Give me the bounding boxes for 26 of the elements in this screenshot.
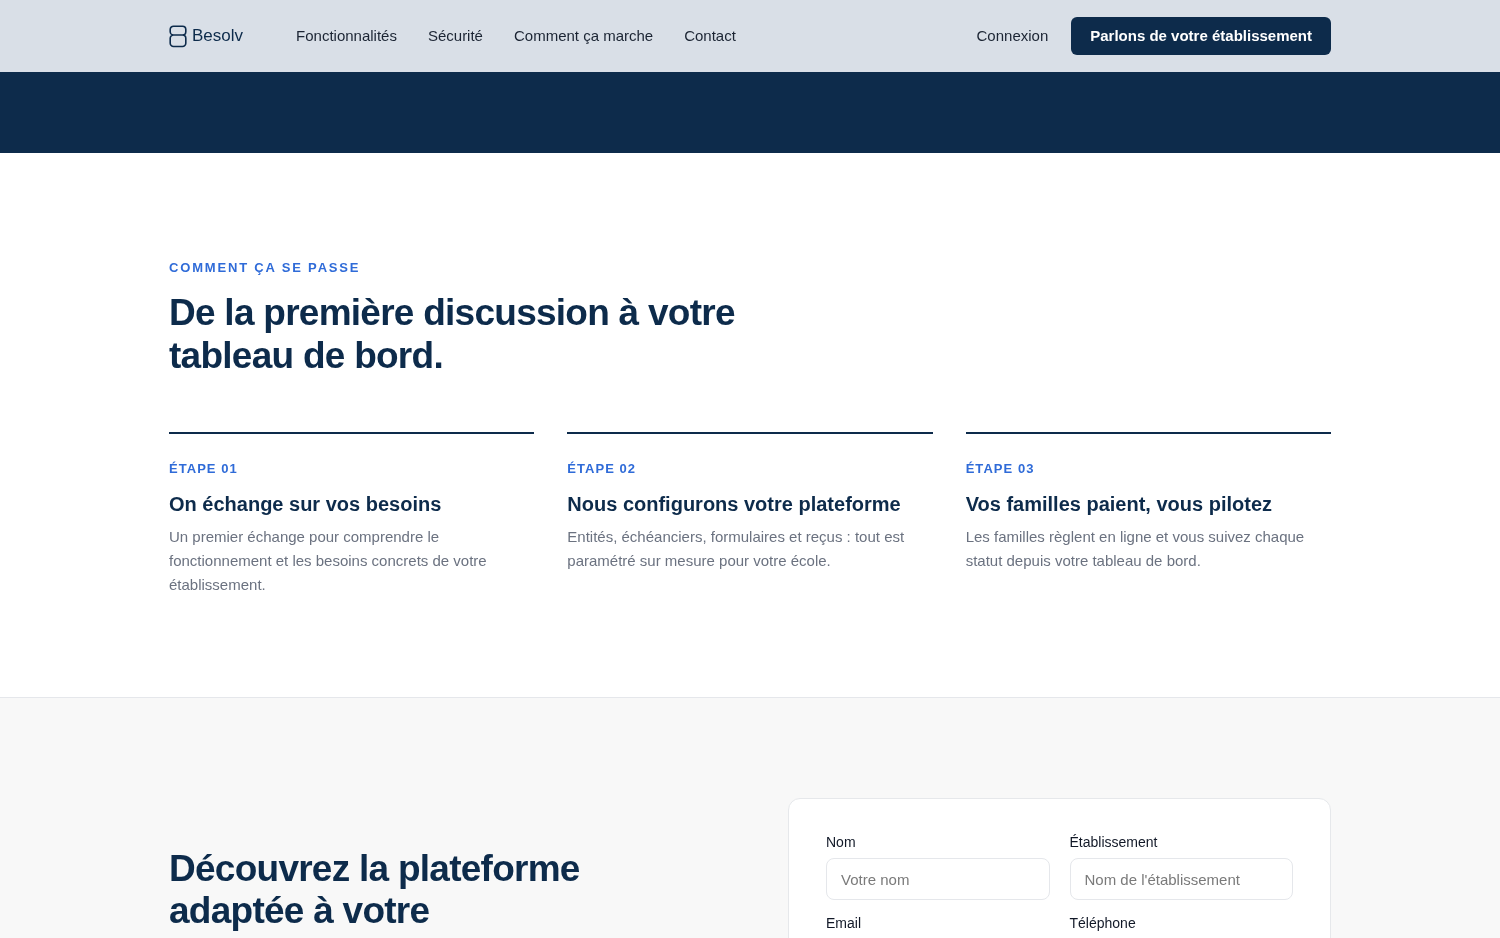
- step-label: ÉTAPE 01: [169, 460, 238, 478]
- step-description: Les familles règlent en ligne et vous suivez chaque statut depuis votre tableau de bord.: [965, 527, 1306, 571]
- section-eyebrow: COMMENT ÇA SE PASSE: [169, 259, 361, 277]
- step-title: Vos familles paient, vous pilotez: [965, 492, 1273, 517]
- step-title: On échange sur vos besoins: [169, 492, 442, 517]
- field-label: Téléphone: [1069, 914, 1136, 932]
- logo-link[interactable]: Besolv: [169, 23, 244, 49]
- step-title: Nous configurons votre plateforme: [567, 492, 901, 517]
- contact-cta-button[interactable]: Parlons de votre établissement: [1071, 17, 1331, 55]
- step-description: Un premier échange pour comprendre le fonctionnement et les besoins concrets de votre établissement.: [169, 527, 488, 595]
- field-label: Email: [826, 914, 861, 932]
- step-description: Entités, échéanciers, formulaires et reçus : tout est paramétré sur mesure pour votre école.: [567, 527, 906, 571]
- nav-link[interactable]: Sécurité: [427, 24, 483, 48]
- logo-icon: [169, 24, 187, 48]
- nav-link[interactable]: Fonctionnalités: [296, 24, 397, 48]
- section-heading: De la première discussion à votre tableau de bord.: [169, 291, 736, 377]
- contact-heading: Découvrez la plateforme adaptée à votre: [169, 848, 581, 932]
- step-label: ÉTAPE 03: [965, 460, 1035, 478]
- field-label: Nom: [826, 833, 856, 851]
- login-link[interactable]: Connexion: [976, 24, 1049, 48]
- nav-link[interactable]: Comment ça marche: [513, 24, 654, 48]
- field-label: Établissement: [1069, 833, 1158, 851]
- text-input[interactable]: Nom de l'établissement: [1069, 858, 1293, 900]
- text-input[interactable]: Votre nom: [826, 858, 1050, 900]
- step-label: ÉTAPE 02: [567, 460, 637, 478]
- nav-link[interactable]: Contact: [684, 24, 736, 48]
